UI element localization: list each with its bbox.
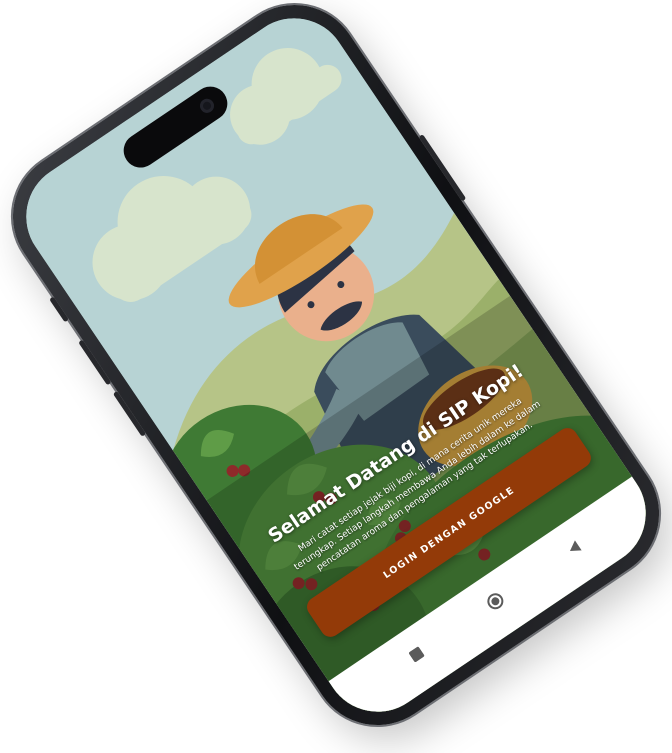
home-button[interactable] — [475, 580, 517, 622]
camera-icon — [197, 96, 217, 116]
back-triangle-icon — [570, 540, 582, 551]
app-screen: Selamat Datang di SIP Kopi! Mari catat s… — [5, 0, 667, 733]
back-button[interactable] — [554, 527, 596, 569]
recent-apps-button[interactable] — [396, 634, 438, 676]
action-button — [49, 296, 69, 323]
home-circle-icon — [487, 593, 504, 610]
phone-device: Selamat Datang di SIP Kopi! Mari catat s… — [0, 0, 672, 751]
recent-apps-square-icon — [408, 647, 424, 663]
